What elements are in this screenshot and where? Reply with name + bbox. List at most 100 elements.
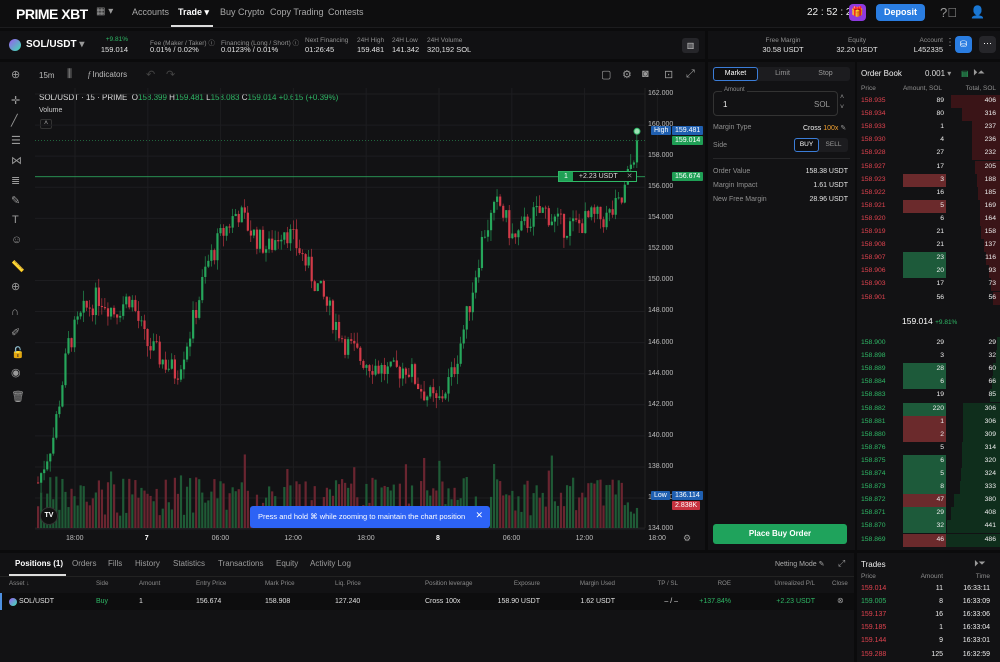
ob-bid-row: 158.881 1 306: [857, 415, 1000, 429]
settings-icon[interactable]: ⚙: [622, 68, 632, 81]
volume-bar: [97, 480, 100, 528]
undo-icon[interactable]: ↶: [146, 68, 155, 81]
ob-price: 158.928: [861, 149, 886, 157]
fullscreen-icon[interactable]: ⤢: [686, 68, 695, 81]
chart-settings-icon[interactable]: ⚙: [683, 533, 691, 544]
toast-close-icon[interactable]: ✕: [475, 510, 483, 521]
ob-bid-row: 158.889 28 60: [857, 363, 1000, 377]
tab-limit[interactable]: Limit: [760, 70, 805, 77]
ob-total: 236: [984, 136, 996, 144]
nav-buy-crypto[interactable]: Buy Crypto: [220, 7, 265, 17]
ob-total: 306: [984, 404, 996, 412]
add-symbol-icon[interactable]: ⊕: [11, 68, 20, 81]
entry-price-tag: 156.674: [672, 172, 704, 181]
gift-icon[interactable]: 🎁: [849, 4, 866, 21]
volume-bar: [106, 482, 110, 528]
user-icon[interactable]: 👤: [970, 5, 985, 19]
volume-bar: [508, 495, 511, 528]
deposit-button[interactable]: Deposit: [876, 4, 925, 21]
amount-input[interactable]: Amount 1 SOL: [713, 87, 838, 116]
amount-stepper[interactable]: ˄ ˅: [840, 93, 844, 113]
tab-activity-log[interactable]: Activity Log: [310, 559, 351, 568]
candle-body: [535, 205, 538, 208]
tab-history[interactable]: History: [135, 559, 160, 568]
stat-label: Next Financing: [305, 37, 349, 44]
ob-total: 237: [984, 123, 996, 131]
indicators-button[interactable]: f Indicators: [88, 70, 127, 79]
tab-orders[interactable]: Orders: [72, 559, 96, 568]
tab-statistics[interactable]: Statistics: [173, 559, 205, 568]
redo-icon[interactable]: ↷: [166, 68, 175, 81]
layout-icon[interactable]: ▢: [601, 68, 611, 81]
tab-market[interactable]: Market: [713, 67, 758, 81]
interval-selector[interactable]: 15m: [39, 71, 55, 80]
margin-type-value[interactable]: Cross 100x ✎: [803, 124, 846, 132]
more-icon[interactable]: ⋯: [979, 36, 996, 53]
candle-body: [119, 315, 122, 318]
play-icon[interactable]: ⏵⏶: [973, 67, 985, 78]
candle-body: [55, 414, 58, 438]
wallet-icon[interactable]: ⛁: [955, 36, 972, 53]
nav-contests[interactable]: Contests: [328, 7, 364, 17]
nav-accounts[interactable]: Accounts: [132, 7, 169, 17]
ob-ask-row: 158.906 20 93: [857, 265, 1000, 279]
book-view-icon[interactable]: ▤: [961, 69, 969, 78]
volume-bar: [629, 511, 632, 528]
tick-size-selector[interactable]: 0.001 ▾: [925, 69, 951, 78]
col-header[interactable]: Asset ↓: [9, 580, 29, 587]
camera-icon[interactable]: ◙: [642, 68, 649, 80]
more-options-icon[interactable]: ⊡: [664, 68, 673, 81]
trades-controls-icon[interactable]: ⏵⏷: [974, 558, 986, 569]
apps-grid-icon[interactable]: ▦ ▾: [96, 6, 113, 17]
trades-title: Trades: [861, 560, 886, 569]
candle-body: [152, 341, 155, 351]
volume-bar: [204, 502, 207, 528]
tab-equity[interactable]: Equity: [276, 559, 298, 568]
position-line-label[interactable]: 1 +2.23 USDT ✕: [558, 171, 637, 182]
col-header: Close: [832, 580, 848, 587]
expand-icon[interactable]: ⤢: [838, 558, 845, 569]
help-icon[interactable]: ?⃝: [940, 5, 957, 20]
ob-price: 158.869: [861, 535, 886, 543]
candle-body: [508, 210, 511, 239]
ob-total: 306: [984, 417, 996, 425]
buy-button[interactable]: BUY: [794, 138, 819, 152]
candle-body: [298, 248, 301, 254]
col-header: Mark Price: [265, 580, 295, 587]
symbol-label: SOL/USDT: [26, 39, 77, 50]
candle-body: [85, 300, 88, 308]
close-position-button[interactable]: ⊗: [837, 596, 844, 605]
symbol-selector[interactable]: SOL/USDT ▾: [26, 39, 84, 50]
tab-stop[interactable]: Stop: [803, 70, 848, 77]
candle-body: [331, 300, 335, 330]
trade-price: 159.014: [861, 585, 887, 592]
ob-total: 85: [988, 391, 996, 399]
tab-positions-[interactable]: Positions (1): [15, 559, 63, 568]
tab-fills[interactable]: Fills: [108, 559, 122, 568]
volume-bar: [88, 505, 91, 528]
ob-total: 32: [988, 352, 996, 360]
ob-amount: 19: [936, 391, 944, 399]
tab-transactions[interactable]: Transactions: [218, 559, 264, 568]
candle-body: [629, 164, 632, 169]
trade-amount: 125: [931, 650, 943, 658]
place-buy-order-button[interactable]: Place Buy Order: [713, 524, 847, 544]
candle-body: [116, 314, 119, 318]
candle-body: [477, 268, 480, 278]
account-menu-icon[interactable]: ⋮: [945, 37, 955, 48]
nav-copy-trading[interactable]: Copy Trading: [270, 7, 324, 17]
nav-trade[interactable]: Trade ▾: [178, 7, 209, 18]
price-chart[interactable]: [0, 88, 705, 550]
book-icon[interactable]: ▥: [682, 38, 699, 53]
candle-body: [529, 226, 532, 228]
ob-amount: 1: [940, 123, 944, 131]
ob-price: 158.934: [861, 110, 886, 118]
price-tick: 158.000: [648, 152, 674, 160]
netting-mode-button[interactable]: Netting Mode ✎: [775, 560, 824, 568]
volume-bar: [547, 470, 550, 528]
candles-icon[interactable]: ⫼: [67, 68, 72, 81]
sell-button[interactable]: SELL: [821, 141, 846, 148]
close-position-icon[interactable]: ✕: [624, 172, 636, 181]
candle-body: [517, 230, 520, 238]
candle-body: [632, 162, 636, 165]
